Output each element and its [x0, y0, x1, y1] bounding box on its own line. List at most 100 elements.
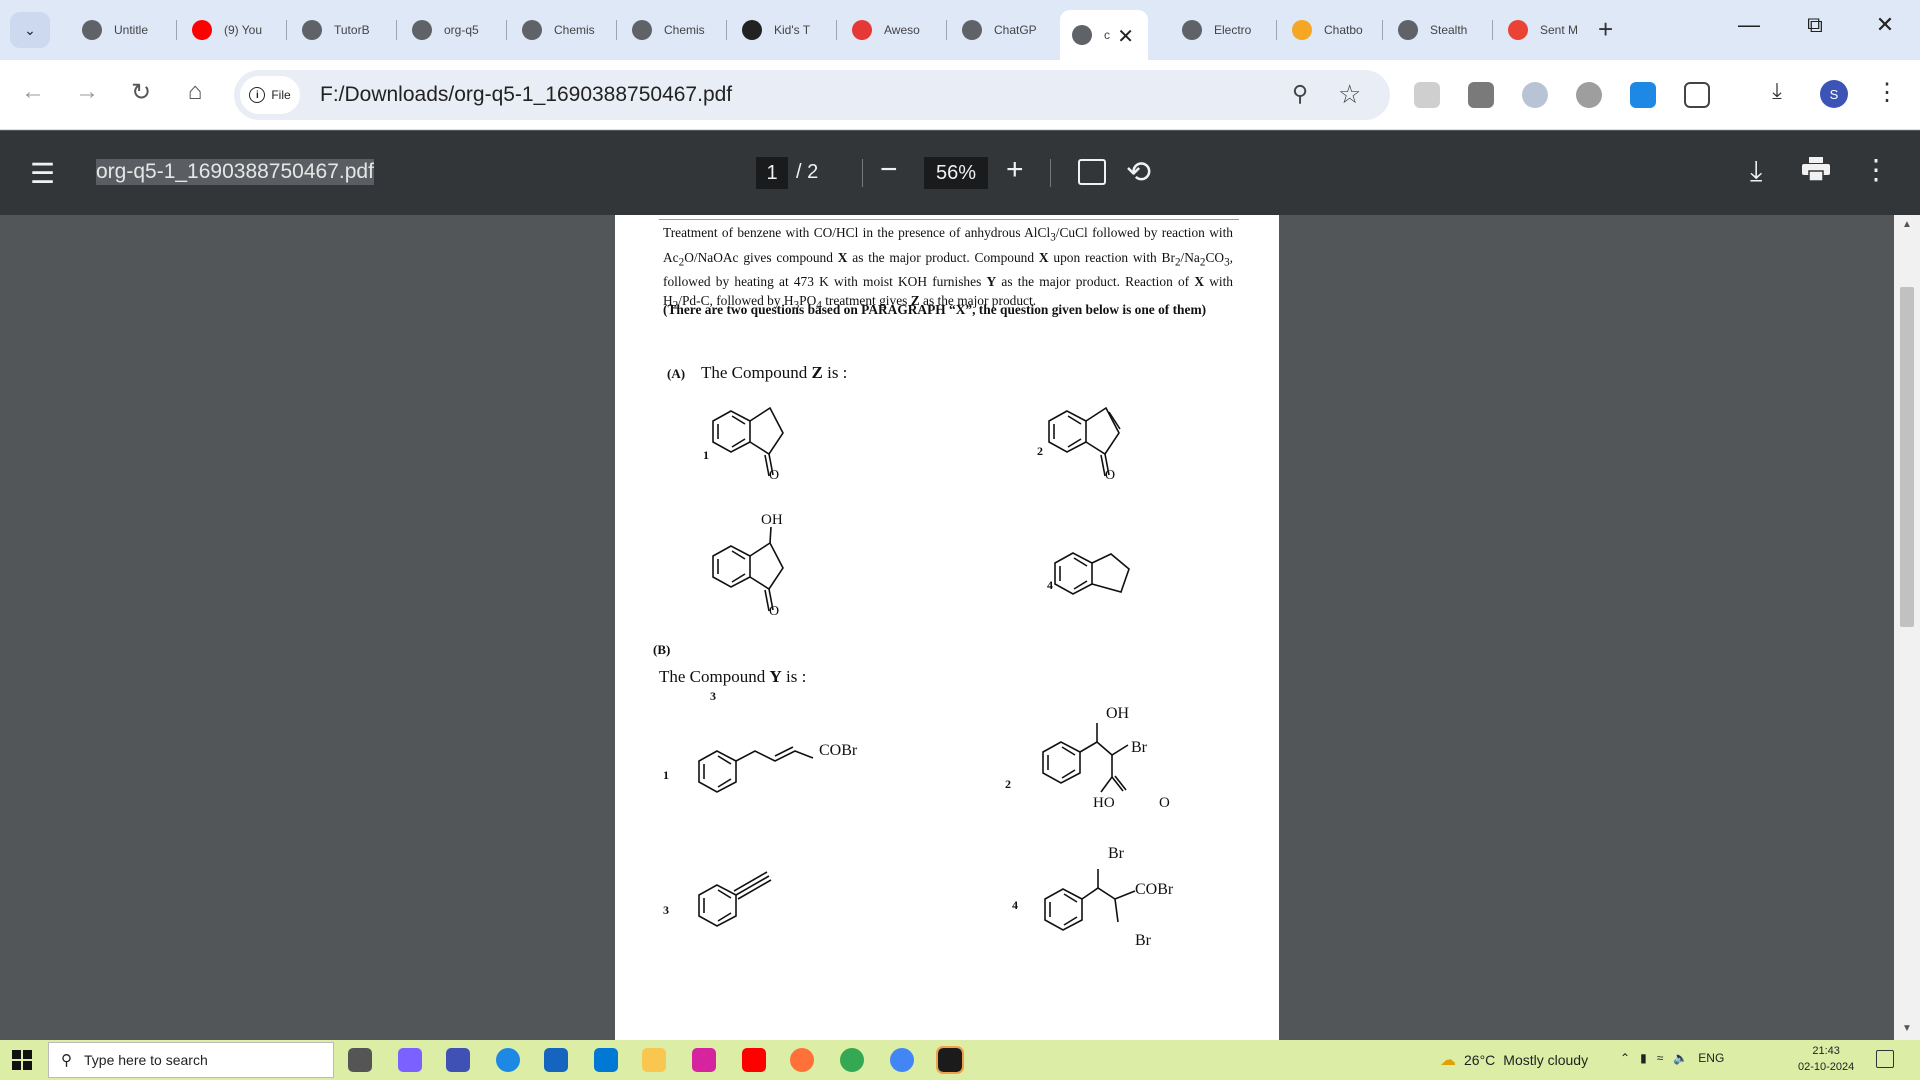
scroll-thumb[interactable] [1900, 287, 1914, 627]
site-info-button[interactable]: i File [240, 76, 300, 114]
home-icon[interactable]: ⌂ [178, 78, 212, 106]
option-b4-number: 4 [1012, 898, 1018, 912]
zoom-level-input[interactable]: 56% [924, 157, 988, 189]
question-b-label: (B) [653, 642, 671, 657]
tab-2[interactable]: (9) You [180, 12, 284, 48]
tray-chevron-icon[interactable]: ⌃ [1620, 1051, 1630, 1065]
kids-icon [742, 20, 762, 40]
awesome-icon [852, 20, 872, 40]
browser-menu-icon[interactable]: ⋮ [1870, 78, 1904, 107]
close-tab-icon[interactable]: ✕ [1117, 24, 1134, 49]
stealth-icon [1398, 20, 1418, 40]
tab-6[interactable]: Chemis [620, 12, 724, 48]
instagram-icon[interactable] [692, 1048, 716, 1072]
taskbar-search[interactable]: ⚲ Type here to search [48, 1042, 334, 1078]
tab-8[interactable]: Aweso [840, 12, 944, 48]
zoom-out-icon[interactable]: − [880, 153, 898, 187]
pdf-viewport[interactable]: Treatment of benzene with CO/HCl in the … [0, 215, 1920, 1040]
b2-oxygen-label: O [1159, 795, 1170, 811]
taskbar-clock[interactable]: 21:43 02-10-2024 [1798, 1043, 1854, 1075]
pdf-more-icon[interactable]: ⋮ [1862, 153, 1890, 186]
option-a2-number: 2 [1037, 444, 1043, 458]
fit-to-page-icon[interactable] [1078, 159, 1106, 185]
tab-5[interactable]: Chemis [510, 12, 614, 48]
url-text[interactable]: F:/Downloads/org-q5-1_1690388750467.pdf [320, 83, 732, 107]
option-a4-structure [1054, 552, 1130, 595]
print-icon[interactable] [1802, 157, 1830, 181]
option-a1-number: 1 [703, 448, 709, 462]
tab-3[interactable]: TutorB [290, 12, 394, 48]
address-bar[interactable]: i File F:/Downloads/org-q5-1_16903887504… [234, 70, 1390, 120]
forward-icon[interactable]: → [70, 78, 104, 106]
notification-icon[interactable] [1876, 1050, 1894, 1068]
back-icon[interactable]: ← [16, 78, 50, 106]
extension-screen-icon[interactable] [1468, 82, 1494, 108]
edge-icon[interactable] [496, 1048, 520, 1072]
language-indicator[interactable]: ENG [1698, 1051, 1724, 1065]
youtube-taskbar-icon[interactable] [742, 1048, 766, 1072]
extensions-puzzle-icon[interactable] [1684, 82, 1710, 108]
tab-label: Sent M [1540, 23, 1579, 37]
close-window-icon[interactable]: ✕ [1870, 12, 1900, 38]
app-hex-icon[interactable] [446, 1048, 470, 1072]
active-app-icon[interactable] [936, 1046, 964, 1074]
reload-icon[interactable]: ↻ [124, 78, 158, 107]
option-b2-structure [1042, 723, 1129, 793]
tab-11[interactable]: Electro [1170, 12, 1274, 48]
downloads-icon[interactable]: ⤓ [1760, 78, 1794, 104]
system-tray[interactable]: ⌃ ▮ ≈ 🔈 ENG [1620, 1051, 1724, 1065]
scroll-down-arrow-icon[interactable]: ▼ [1902, 1023, 1912, 1034]
scroll-up-arrow-icon[interactable]: ▲ [1902, 219, 1912, 230]
tab-7[interactable]: Kid's T [730, 12, 834, 48]
extension-a-icon[interactable] [1414, 82, 1440, 108]
a2-oxygen-label: O [1105, 468, 1116, 483]
profile-avatar[interactable]: S [1820, 80, 1848, 108]
windows-start-icon[interactable] [12, 1050, 32, 1070]
volume-icon[interactable]: 🔈 [1673, 1051, 1688, 1065]
page-number-input[interactable]: 1 [756, 157, 788, 189]
restore-icon[interactable]: ⧉ [1800, 12, 1830, 38]
bookmark-star-icon[interactable]: ☆ [1338, 79, 1361, 110]
extension-globe-icon[interactable] [1576, 82, 1602, 108]
chrome-icon[interactable] [890, 1048, 914, 1072]
extension-shield-icon[interactable] [1522, 82, 1548, 108]
tab-label: c [1104, 28, 1110, 42]
tab-4[interactable]: org-q5 [400, 12, 504, 48]
tab-separator [286, 20, 287, 40]
rotate-icon[interactable]: ⟲ [1126, 155, 1151, 190]
outlook-icon[interactable] [594, 1048, 618, 1072]
browser-toolbar: ← → ↻ ⌂ i File F:/Downloads/org-q5-1_169… [0, 60, 1920, 130]
b4-bromine-bottom-label: Br [1135, 932, 1151, 949]
tab-9[interactable]: ChatGP [950, 12, 1054, 48]
vertical-scrollbar[interactable]: ▲ ▼ [1894, 215, 1920, 1040]
tab-12[interactable]: Chatbo [1280, 12, 1380, 48]
task-view-icon[interactable] [348, 1048, 372, 1072]
clock-date: 02-10-2024 [1798, 1061, 1855, 1073]
tab-1[interactable]: Untitle [70, 12, 174, 48]
minimize-icon[interactable]: — [1734, 12, 1764, 38]
tab-14[interactable]: Sent M [1496, 12, 1592, 48]
globe-icon [82, 20, 102, 40]
extension-link-icon[interactable] [1630, 82, 1656, 108]
wifi-icon[interactable]: ≈ [1657, 1051, 1664, 1065]
weather-widget[interactable]: ☁ 26°C Mostly cloudy [1440, 1050, 1588, 1070]
copilot-icon[interactable] [398, 1048, 422, 1072]
tab-10[interactable]: c ✕ [1060, 10, 1148, 60]
tab-13[interactable]: Stealth [1386, 12, 1490, 48]
zoom-in-icon[interactable]: + [1006, 153, 1024, 187]
firefox-icon[interactable] [790, 1048, 814, 1072]
search-icon: ⚲ [61, 1052, 72, 1069]
store-icon[interactable] [544, 1048, 568, 1072]
zoom-magnifier-icon[interactable]: ⚲ [1292, 81, 1308, 107]
chrome-profile-icon[interactable] [840, 1048, 864, 1072]
weather-temp: 26°C [1464, 1052, 1496, 1068]
tab-search-button[interactable]: ⌄ [10, 12, 50, 48]
tab-label: ChatGP [994, 23, 1037, 37]
tab-separator [1382, 20, 1383, 40]
battery-icon[interactable]: ▮ [1640, 1051, 1647, 1065]
hamburger-menu-icon[interactable]: ☰ [30, 157, 55, 190]
tab-separator [176, 20, 177, 40]
new-tab-button[interactable]: + [1598, 14, 1613, 45]
file-explorer-icon[interactable] [642, 1048, 666, 1072]
pdf-download-icon[interactable]: ⤓ [1750, 155, 1762, 188]
